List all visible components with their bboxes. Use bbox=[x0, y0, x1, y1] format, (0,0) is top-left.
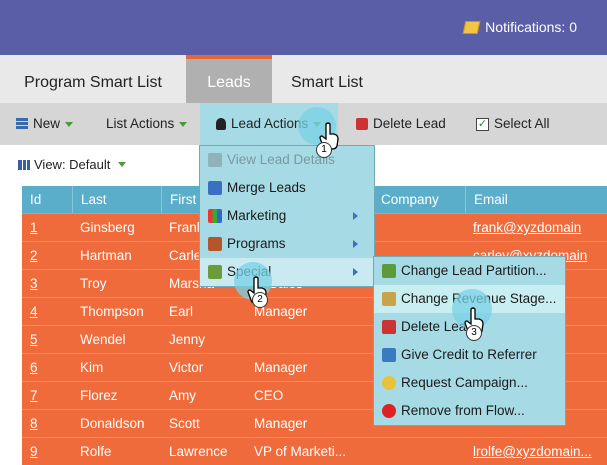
notification-icon bbox=[462, 20, 481, 34]
menu-item-programs[interactable]: Programs bbox=[200, 230, 374, 258]
delete-person-icon bbox=[382, 320, 396, 334]
chevron-down-icon bbox=[65, 121, 74, 127]
menu-item-label: Remove from Flow... bbox=[401, 403, 525, 418]
box-icon bbox=[382, 292, 396, 306]
menu-item-label: Merge Leads bbox=[227, 180, 306, 195]
column-header-email[interactable]: Email bbox=[465, 186, 508, 213]
checkbox-icon: ✓ bbox=[476, 117, 489, 131]
step-badge-2: 2 bbox=[252, 292, 268, 308]
cell-last: Troy bbox=[80, 276, 107, 291]
cell-first: Jenny bbox=[169, 332, 206, 347]
cell-title: Manager bbox=[254, 360, 308, 375]
step-badge-1: 1 bbox=[316, 142, 332, 158]
tab-leads[interactable]: Leads bbox=[186, 55, 272, 103]
delete-person-icon bbox=[356, 118, 368, 130]
lead-actions-label: Lead Actions bbox=[231, 116, 309, 131]
step-badge-3: 3 bbox=[466, 325, 482, 341]
lead-actions-menu: View Lead Details Merge Leads Marketing … bbox=[199, 145, 375, 287]
cell-first: Lawrence bbox=[169, 444, 228, 459]
cell-id[interactable]: 8 bbox=[30, 410, 38, 437]
grid-icon bbox=[18, 159, 30, 170]
stack-icon bbox=[16, 118, 28, 130]
cell-last: Rolfe bbox=[80, 444, 112, 459]
delete-lead-label: Delete Lead bbox=[373, 116, 446, 131]
menu-item-label: Programs bbox=[227, 236, 286, 251]
cell-last: Florez bbox=[80, 388, 118, 403]
menu-item-remove-from-flow[interactable]: Remove from Flow... bbox=[374, 397, 565, 425]
select-all-button[interactable]: ✓ Select All bbox=[476, 103, 550, 145]
column-header-last[interactable]: Last bbox=[72, 186, 107, 213]
cell-id[interactable]: 4 bbox=[30, 298, 38, 325]
tab-program-smart-list[interactable]: Program Smart List bbox=[0, 55, 186, 103]
column-header-company[interactable]: Company bbox=[372, 186, 439, 213]
menu-item-label: Change Lead Partition... bbox=[401, 263, 547, 278]
cell-last: Hartman bbox=[80, 248, 132, 263]
notifications[interactable]: Notifications: 0 bbox=[462, 19, 577, 35]
cell-last: Kim bbox=[80, 360, 104, 375]
menu-item-marketing[interactable]: Marketing bbox=[200, 202, 374, 230]
cell-last: Ginsberg bbox=[80, 220, 135, 235]
people-icon bbox=[208, 153, 222, 167]
new-button[interactable]: New bbox=[16, 103, 74, 145]
cell-id[interactable]: 5 bbox=[30, 326, 38, 353]
menu-item-request-campaign[interactable]: Request Campaign... bbox=[374, 369, 565, 397]
bar-chart-icon bbox=[208, 209, 222, 223]
new-label: New bbox=[33, 116, 61, 131]
cell-last: Wendel bbox=[80, 332, 126, 347]
cell-id[interactable]: 9 bbox=[30, 438, 38, 465]
cell-first: Earl bbox=[169, 304, 194, 319]
cell-id[interactable]: 3 bbox=[30, 270, 38, 297]
column-header-id[interactable]: Id bbox=[22, 186, 41, 213]
cell-first: Scott bbox=[169, 416, 200, 431]
menu-item-label: Request Campaign... bbox=[401, 375, 528, 390]
chevron-down-icon bbox=[118, 162, 127, 167]
notifications-label: Notifications: 0 bbox=[485, 19, 577, 35]
cell-title: Manager bbox=[254, 416, 308, 431]
menu-item-give-credit[interactable]: Give Credit to Referrer bbox=[374, 341, 565, 369]
cell-last: Donaldson bbox=[80, 416, 145, 431]
cell-id[interactable]: 2 bbox=[30, 242, 38, 269]
cell-first: Victor bbox=[169, 360, 204, 375]
delete-lead-button[interactable]: Delete Lead bbox=[356, 103, 446, 145]
chevron-right-icon bbox=[353, 240, 358, 248]
view-selector[interactable]: View: Default bbox=[18, 157, 127, 172]
chevron-right-icon bbox=[353, 268, 358, 276]
cell-id[interactable]: 7 bbox=[30, 382, 38, 409]
lightbulb-icon bbox=[382, 376, 396, 390]
person-icon bbox=[216, 118, 226, 130]
list-actions-button[interactable]: List Actions bbox=[106, 103, 188, 145]
select-all-label: Select All bbox=[494, 116, 550, 131]
view-label: View: Default bbox=[34, 157, 111, 172]
people-icon bbox=[382, 348, 396, 362]
stop-icon bbox=[382, 404, 396, 418]
menu-item-merge-leads[interactable]: Merge Leads bbox=[200, 174, 374, 202]
tab-bar: Program Smart List Leads Smart List bbox=[0, 55, 607, 103]
chevron-down-icon bbox=[179, 121, 188, 127]
chevron-right-icon bbox=[353, 212, 358, 220]
list-actions-label: List Actions bbox=[106, 116, 175, 131]
cell-title: CEO bbox=[254, 388, 284, 403]
cell-id[interactable]: 6 bbox=[30, 354, 38, 381]
column-header-first[interactable]: First bbox=[161, 186, 196, 213]
table-row[interactable]: 9 Rolfe Lawrence VP of Marketi... lrolfe@xyz… bbox=[22, 437, 607, 465]
cell-first: Amy bbox=[169, 388, 196, 403]
menu-item-label: Give Credit to Referrer bbox=[401, 347, 537, 362]
special-submenu: Change Lead Partition... Change Revenue … bbox=[373, 256, 566, 426]
cell-email[interactable]: lrolfe@xyzdomain... bbox=[473, 438, 592, 465]
merge-icon bbox=[208, 181, 222, 195]
special-icon bbox=[208, 265, 222, 279]
menu-item-label: Marketing bbox=[227, 208, 287, 223]
top-bar: Notifications: 0 bbox=[0, 0, 607, 55]
cell-title: VP of Marketi... bbox=[254, 444, 347, 459]
cell-last: Thompson bbox=[80, 304, 144, 319]
cell-id[interactable]: 1 bbox=[30, 214, 38, 241]
partition-icon bbox=[382, 264, 396, 278]
tab-smart-list[interactable]: Smart List bbox=[272, 55, 382, 103]
menu-item-change-lead-partition[interactable]: Change Lead Partition... bbox=[374, 257, 565, 285]
briefcase-icon bbox=[208, 237, 222, 251]
menu-item-special[interactable]: Special bbox=[200, 258, 374, 286]
cell-email[interactable]: frank@xyzdomain bbox=[473, 214, 581, 241]
